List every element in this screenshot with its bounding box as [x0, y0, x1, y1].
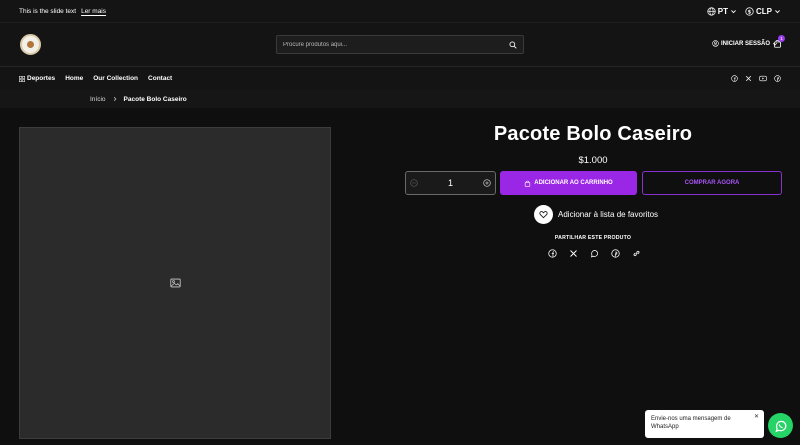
nav-item-label: Deportes [27, 75, 56, 82]
social-links [731, 75, 781, 82]
pinterest-icon[interactable] [774, 75, 781, 82]
product-title: Pacote Bolo Caseiro [493, 123, 693, 145]
site-header: INICIAR SESSÃO 1 [0, 22, 800, 66]
share-title: PARTILHAR ESTE PRODUTO [554, 235, 632, 241]
chevron-down-icon [731, 9, 736, 13]
login-button[interactable]: INICIAR SESSÃO [712, 40, 778, 47]
nav-item-our-collection[interactable]: Our Collection [93, 75, 138, 82]
quantity-value[interactable]: 1 [448, 178, 453, 188]
chevron-right-icon [113, 96, 116, 102]
main-nav: Deportes Home Our Collection Contact [0, 66, 800, 90]
language-selector[interactable]: PT [707, 7, 737, 16]
x-icon[interactable] [745, 75, 752, 82]
quantity-stepper: 1 [405, 171, 496, 195]
chevron-down-icon [775, 9, 780, 13]
announcement-bar: This is the slide text Ler mais PT $ CLP [0, 0, 800, 22]
cart-count-badge: 1 [778, 35, 785, 42]
search-box [276, 35, 524, 54]
buy-now-button[interactable]: COMPRAR AGORA [642, 171, 782, 195]
wishlist-button[interactable] [534, 205, 553, 224]
whatsapp-message-popup[interactable]: Envie-nos uma mensagem de WhatsApp ✕ [645, 410, 764, 438]
link-icon[interactable] [632, 249, 641, 258]
search-input[interactable] [283, 41, 509, 48]
x-icon[interactable] [569, 249, 578, 258]
product-price: $1.000 [578, 155, 608, 166]
facebook-icon[interactable] [548, 249, 557, 258]
announcement-text: This is the slide text [19, 7, 77, 15]
nav-item-contact[interactable]: Contact [148, 75, 172, 82]
login-label: INICIAR SESSÃO [721, 40, 771, 47]
plus-icon[interactable] [483, 179, 491, 187]
shopping-bag-icon [525, 180, 531, 187]
store-logo[interactable] [20, 34, 41, 55]
buy-now-label: COMPRAR AGORA [684, 180, 740, 186]
whatsapp-message: Envie-nos uma mensagem de WhatsApp [651, 416, 731, 430]
facebook-icon[interactable] [731, 75, 738, 82]
product-image[interactable] [19, 127, 331, 439]
breadcrumb-home-link[interactable]: Início [90, 96, 106, 103]
breadcrumb-current: Pacote Bolo Caseiro [123, 95, 187, 103]
nav-item-deportes[interactable]: Deportes [19, 75, 55, 82]
pinterest-icon[interactable] [611, 249, 620, 258]
nav-item-label: Our Collection [93, 75, 139, 82]
grid-icon [19, 75, 25, 82]
cart-button[interactable]: 1 [773, 35, 785, 48]
read-more-link[interactable]: Ler mais [81, 8, 106, 15]
heart-icon [539, 211, 548, 219]
user-icon [712, 40, 719, 47]
language-value: PT [717, 6, 728, 16]
minus-icon[interactable] [410, 179, 418, 187]
nav-item-label: Home [65, 75, 84, 82]
currency-selector[interactable]: $ CLP [745, 7, 781, 16]
image-placeholder-icon [169, 278, 181, 288]
add-to-cart-label: ADICIONAR AO CARRINHO [534, 180, 613, 186]
nav-item-home[interactable]: Home [65, 75, 83, 82]
breadcrumb: Início Pacote Bolo Caseiro [0, 90, 800, 108]
globe-icon [707, 6, 716, 16]
currency-value: CLP [756, 6, 772, 16]
wishlist-label: Adicionar à lista de favoritos [558, 210, 659, 219]
whatsapp-icon [774, 420, 786, 432]
add-to-wishlist[interactable]: Adicionar à lista de favoritos [534, 205, 658, 224]
currency-icon: $ [745, 6, 754, 16]
close-icon[interactable]: ✕ [754, 413, 759, 421]
youtube-icon[interactable] [759, 75, 767, 82]
whatsapp-icon[interactable] [590, 249, 599, 258]
add-to-cart-button[interactable]: ADICIONAR AO CARRINHO [500, 171, 637, 195]
search-icon[interactable] [509, 41, 517, 49]
whatsapp-chat-button[interactable] [768, 413, 793, 438]
share-buttons [548, 249, 641, 258]
nav-item-label: Contact [148, 75, 173, 82]
